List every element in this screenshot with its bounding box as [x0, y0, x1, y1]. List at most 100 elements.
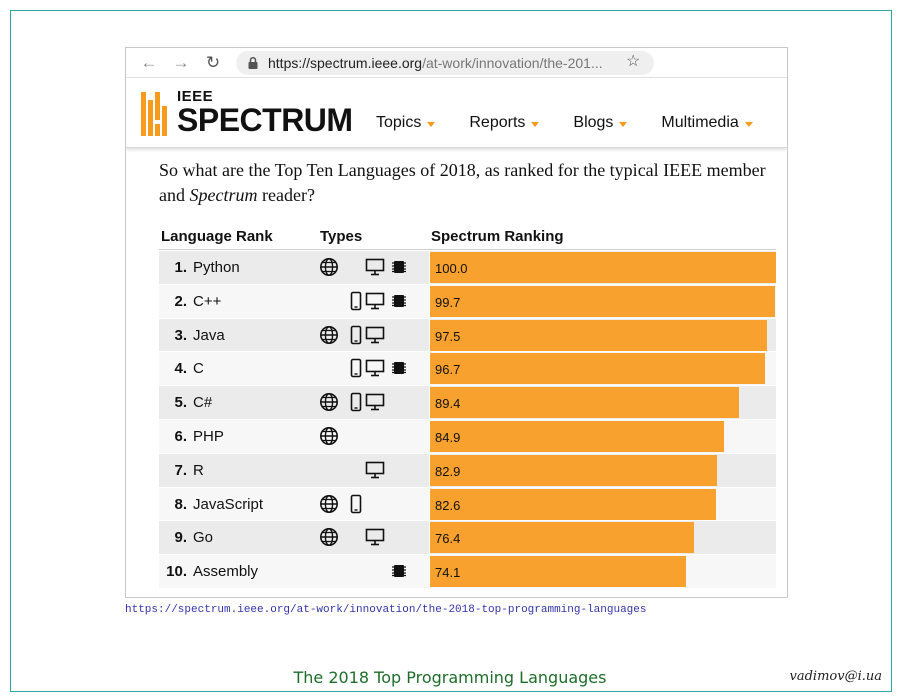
- rank-cell: 8. JavaScript: [159, 487, 429, 521]
- ranking-bar: 100.0: [430, 252, 776, 283]
- ranking-score: 100.0: [435, 261, 468, 276]
- desktop-icon: [365, 460, 385, 480]
- caret-down-icon: [619, 121, 628, 127]
- menu-item-multimedia[interactable]: Multimedia: [661, 114, 753, 132]
- language-name: R: [193, 461, 204, 479]
- table-row: 7. R 82.9: [159, 452, 776, 487]
- language-name: C#: [193, 394, 213, 412]
- web-icon: [319, 494, 339, 514]
- table-rows: 1. Python 100.0 2. C++ 99.7 3. Java 97.5 4. C 96.7 5…: [159, 250, 776, 588]
- menu-item-topics[interactable]: Topics: [376, 114, 436, 132]
- web-icon: [319, 392, 339, 412]
- lock-icon: [248, 56, 258, 69]
- ranking-cell: 82.6: [430, 487, 776, 521]
- rank-cell: 5. C#: [159, 386, 429, 419]
- rank-number: 8.: [174, 495, 187, 513]
- url-path: /at-work/innovation/the-201...: [422, 55, 603, 71]
- ranking-bar: 84.9: [430, 420, 724, 452]
- ranking-bar: 82.6: [430, 488, 716, 520]
- ranking-score: 84.9: [435, 429, 461, 445]
- logo-bars-icon: [141, 92, 167, 136]
- rank-number: 6.: [174, 427, 187, 445]
- ranking-cell: 99.7: [430, 284, 776, 318]
- web-icon: [319, 426, 339, 446]
- rank-number: 3.: [174, 326, 187, 344]
- language-name: Python: [193, 259, 240, 276]
- ranking-score: 76.4: [435, 531, 461, 547]
- article-intro: So what are the Top Ten Languages of 201…: [159, 160, 766, 205]
- rank-cell: 6. PHP: [159, 419, 429, 453]
- ranking-cell: 74.1: [430, 555, 776, 588]
- header-language-rank: Language Rank: [161, 228, 273, 245]
- ranking-bar: 82.9: [430, 454, 717, 486]
- language-name: Java: [193, 326, 225, 344]
- reload-icon[interactable]: ↻: [202, 52, 224, 74]
- rank-number: 1.: [174, 259, 187, 276]
- rank-cell: 3. Java: [159, 318, 429, 352]
- table-row: 10. Assembly 74.1: [159, 554, 776, 588]
- address-bar[interactable]: https://spectrum.ieee.org/at-work/innova…: [236, 51, 654, 75]
- ranking-bar: 99.7: [430, 285, 775, 317]
- ranking-bar: 97.5: [430, 319, 768, 351]
- caret-down-icon: [744, 121, 753, 127]
- table-header: Language Rank Types Spectrum Ranking: [159, 226, 776, 250]
- rank-number: 7.: [174, 461, 187, 479]
- ranking-cell: 97.5: [430, 318, 776, 352]
- language-name: PHP: [193, 427, 224, 445]
- embedded-icon: [389, 561, 409, 581]
- mobile-icon: [346, 392, 366, 412]
- ranking-score: 82.9: [435, 463, 461, 479]
- browser-toolbar: ← → ↻ https://spectrum.ieee.org/at-work/…: [126, 48, 787, 78]
- slide-title: The 2018 Top Programming Languages: [293, 668, 607, 687]
- table-row: 1. Python 100.0: [159, 250, 776, 284]
- desktop-icon: [365, 358, 385, 378]
- embedded-icon: [389, 291, 409, 311]
- header-types: Types: [320, 228, 363, 245]
- table-row: 2. C++ 99.7: [159, 283, 776, 318]
- ranking-score: 82.6: [435, 497, 461, 513]
- language-name: C++: [193, 292, 222, 310]
- table-row: 5. C# 89.4: [159, 385, 776, 419]
- rank-cell: 2. C++: [159, 284, 429, 318]
- ranking-cell: 76.4: [430, 521, 776, 555]
- forward-arrow-icon[interactable]: →: [170, 52, 192, 74]
- site-header: IEEE SPECTRUM Topics Reports Blogs Multi…: [126, 78, 787, 148]
- rank-cell: 1. Python: [159, 251, 429, 284]
- author-credit: vadimov@i.ua: [789, 669, 883, 684]
- ranking-cell: 82.9: [430, 453, 776, 487]
- ranking-bar: 76.4: [430, 522, 695, 554]
- table-row: 4. C 96.7: [159, 351, 776, 386]
- ranking-bar: 96.7: [430, 353, 765, 385]
- web-icon: [319, 527, 339, 547]
- menu-item-reports[interactable]: Reports: [469, 114, 540, 132]
- mobile-icon: [346, 494, 366, 514]
- url-host: https://spectrum.ieee.org: [268, 55, 423, 71]
- table-row: 8. JavaScript 82.6: [159, 486, 776, 521]
- desktop-icon: [365, 257, 385, 277]
- rank-number: 2.: [174, 292, 187, 310]
- rank-cell: 7. R: [159, 453, 429, 487]
- desktop-icon: [365, 291, 385, 311]
- rank-number: 5.: [174, 394, 187, 412]
- ranking-cell: 89.4: [430, 386, 776, 419]
- ranking-score: 96.7: [435, 362, 461, 378]
- rank-cell: 10. Assembly: [159, 555, 429, 588]
- language-name: Go: [193, 529, 214, 547]
- bookmark-star-icon[interactable]: ☆: [626, 51, 640, 71]
- back-arrow-icon[interactable]: ←: [138, 52, 160, 74]
- ranking-score: 89.4: [435, 396, 461, 412]
- rank-number: 9.: [174, 529, 187, 547]
- rank-cell: 9. Go: [159, 521, 429, 555]
- rank-number: 4.: [174, 360, 187, 378]
- language-name: C: [193, 360, 204, 378]
- menu-item-blogs[interactable]: Blogs: [573, 114, 628, 132]
- source-link[interactable]: https://spectrum.ieee.org/at-work/innova…: [125, 604, 647, 616]
- rank-cell: 4. C: [159, 352, 429, 386]
- ranking-table: Language Rank Types Spectrum Ranking 1. P…: [159, 226, 776, 588]
- embedded-icon: [389, 358, 409, 378]
- ranking-score: 97.5: [435, 328, 461, 344]
- ieee-spectrum-logo[interactable]: IEEE SPECTRUM: [141, 89, 353, 136]
- language-name: JavaScript: [193, 495, 264, 513]
- mobile-icon: [346, 291, 366, 311]
- table-row: 9. Go 76.4: [159, 520, 776, 555]
